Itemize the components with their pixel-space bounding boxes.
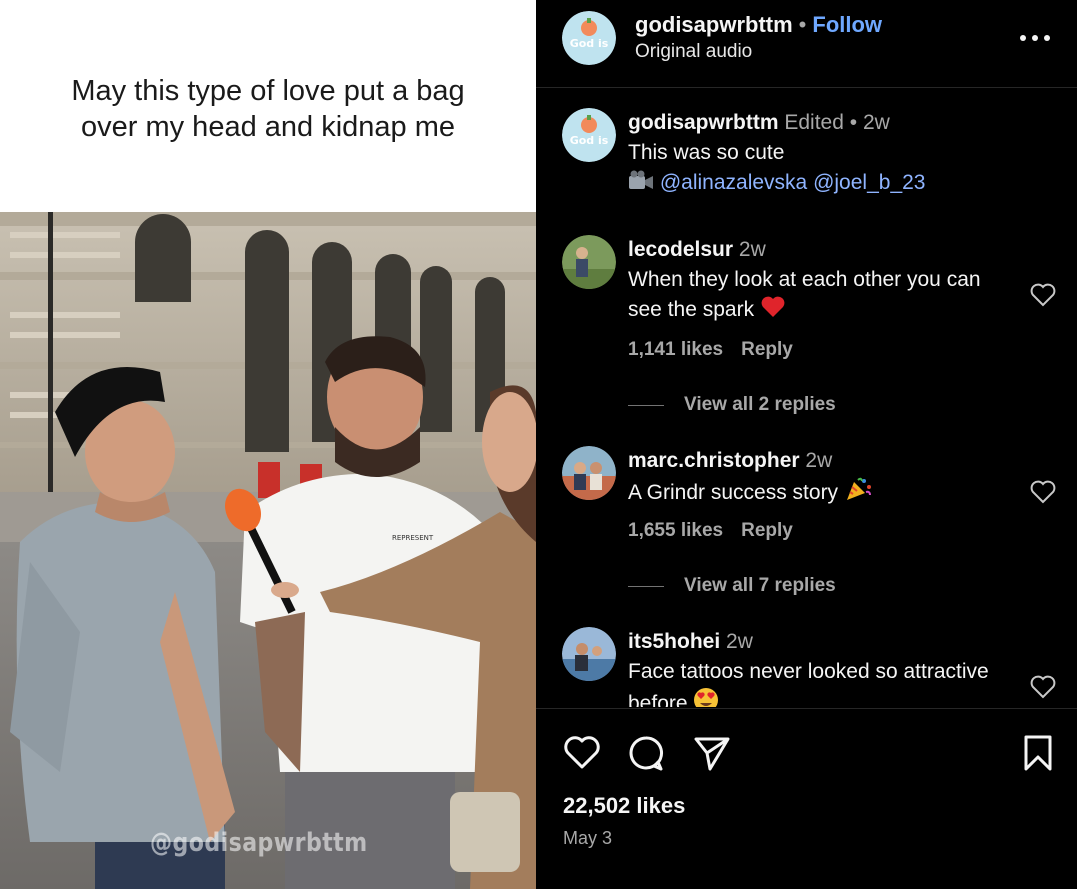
post-likes-count[interactable]: 22,502 likes xyxy=(563,793,685,819)
comment-age: 2w xyxy=(738,238,766,261)
author-avatar[interactable]: God is xyxy=(562,11,616,65)
author-line: godisapwrbttm • Follow xyxy=(635,12,882,38)
post-footer: 22,502 likes May 3 xyxy=(536,708,1077,889)
follow-button[interactable]: Follow xyxy=(812,12,882,37)
save-bookmark-icon[interactable] xyxy=(1018,733,1058,773)
caption-username[interactable]: godisapwrbttm xyxy=(628,111,779,134)
separator-dot: • xyxy=(798,12,807,37)
comments-list[interactable]: God is godisapwrbttm Edited • 2w This wa… xyxy=(536,89,1077,707)
post-media[interactable]: May this type of love put a bag over my … xyxy=(0,0,536,889)
svg-text:REPRESENT: REPRESENT xyxy=(392,534,434,542)
reply-button[interactable]: Reply xyxy=(741,339,793,360)
video-frame[interactable]: REPRESENT xyxy=(0,212,536,889)
comment-body: lecodelsur 2w When they look at each oth… xyxy=(628,235,1018,325)
view-replies-label: View all 2 replies xyxy=(684,394,836,415)
view-replies-button[interactable]: View all 2 replies xyxy=(628,394,836,416)
comment-username[interactable]: lecodelsur xyxy=(628,238,733,261)
comment-like-heart-icon[interactable] xyxy=(1029,281,1057,309)
view-replies-label: View all 7 replies xyxy=(684,575,836,596)
more-options-icon[interactable] xyxy=(1015,24,1055,52)
mention-link[interactable]: @alinazalevska xyxy=(660,171,807,194)
audio-label[interactable]: Original audio xyxy=(635,41,752,63)
caption-author-avatar[interactable]: God is xyxy=(562,108,616,162)
comment-age: 2w xyxy=(805,449,833,472)
overlay-caption-band: May this type of love put a bag over my … xyxy=(0,0,536,212)
caption-text: This was so cute xyxy=(628,141,785,164)
mention-link[interactable]: @joel_b_23 xyxy=(813,171,925,194)
comment-bubble-icon[interactable] xyxy=(626,733,666,773)
caption-age: 2w xyxy=(862,111,890,134)
commenter-avatar[interactable] xyxy=(562,235,616,289)
heart-eyes-emoji xyxy=(694,688,719,707)
comment-text: Face tattoos never looked so attractive … xyxy=(628,660,989,707)
comment-username[interactable]: its5hohei xyxy=(628,630,720,653)
post-date: May 3 xyxy=(563,828,613,848)
comment-actions: 1,655 likes Reply xyxy=(628,520,811,542)
caption-body: godisapwrbttm Edited • 2w This was so cu… xyxy=(628,108,1048,198)
video-watermark: @godisapwrbttm xyxy=(150,828,368,858)
comment-likes[interactable]: 1,141 likes xyxy=(628,339,723,360)
comment-age: 2w xyxy=(726,630,753,653)
replies-line xyxy=(628,404,664,406)
share-send-icon[interactable] xyxy=(692,733,732,773)
comment-username[interactable]: marc.christopher xyxy=(628,449,800,472)
comment-text: When they look at each other you can see… xyxy=(628,268,981,321)
comment-like-heart-icon[interactable] xyxy=(1029,478,1057,506)
comment-likes[interactable]: 1,655 likes xyxy=(628,520,723,541)
party-popper-emoji xyxy=(846,477,871,500)
post-panel: God is godisapwrbttm • Follow Original aud… xyxy=(536,0,1077,889)
comment-body: marc.christopher 2w A Grindr success sto… xyxy=(628,446,1018,508)
comment-text: A Grindr success story xyxy=(628,481,839,504)
street-scene-image: REPRESENT xyxy=(0,212,536,889)
post-header: God is godisapwrbttm • Follow Original aud… xyxy=(536,0,1077,88)
separator-dot: • xyxy=(849,111,858,134)
view-replies-button[interactable]: View all 7 replies xyxy=(628,575,836,597)
comment-actions: 1,141 likes Reply xyxy=(628,339,811,361)
comment-like-heart-icon[interactable] xyxy=(1029,673,1057,701)
like-heart-icon[interactable] xyxy=(562,733,602,773)
comment-body: its5hohei 2w Face tattoos never looked s… xyxy=(628,627,1018,707)
svg-text:God is: God is xyxy=(570,134,609,147)
commenter-avatar[interactable] xyxy=(562,446,616,500)
overlay-caption: May this type of love put a bag over my … xyxy=(71,75,465,143)
red-heart-emoji xyxy=(761,296,785,317)
reply-button[interactable]: Reply xyxy=(741,520,793,541)
svg-text:God is: God is xyxy=(570,37,609,50)
video-camera-icon xyxy=(629,170,653,189)
caption-edited: Edited xyxy=(784,111,844,134)
caption-mentions: @alinazalevska @joel_b_23 xyxy=(628,168,1048,198)
replies-line xyxy=(628,585,664,587)
commenter-avatar[interactable] xyxy=(562,627,616,681)
author-username[interactable]: godisapwrbttm xyxy=(635,12,793,37)
